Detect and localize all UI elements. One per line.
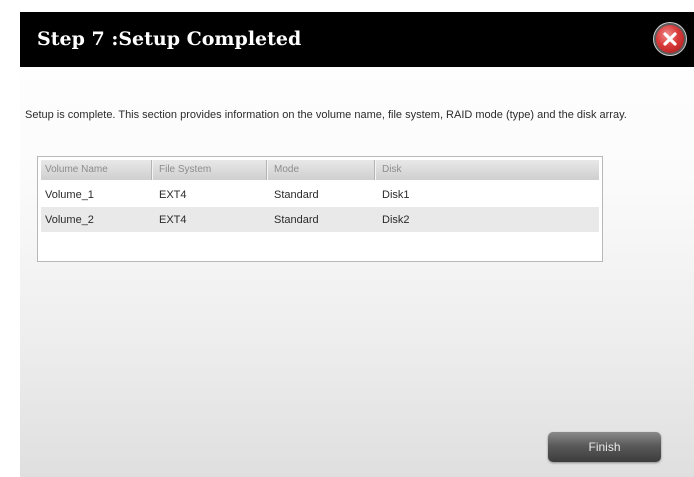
volume-name-cell: Volume_1	[45, 189, 94, 201]
table-row[interactable]: Volume_1 EXT4 Standard Disk1	[41, 182, 599, 207]
close-icon	[663, 32, 677, 46]
column-divider	[151, 160, 153, 180]
dialog-title-bar: Step 7 :Setup Completed	[20, 12, 694, 67]
table-header: Volume Name File System Mode Disk	[41, 160, 599, 180]
column-header-disk: Disk	[382, 164, 402, 175]
column-divider	[374, 160, 376, 180]
column-header-file-system: File System	[159, 164, 212, 175]
close-button[interactable]	[656, 25, 684, 53]
finish-button[interactable]: Finish	[548, 432, 661, 462]
volume-table: Volume Name File System Mode Disk Volume…	[37, 156, 603, 262]
mode-cell: Standard	[274, 189, 319, 201]
disk-cell: Disk2	[382, 214, 410, 226]
mode-cell: Standard	[274, 214, 319, 226]
setup-description: Setup is complete. This section provides…	[25, 109, 627, 121]
setup-completed-dialog: Step 7 :Setup Completed Setup is complet…	[20, 12, 694, 477]
disk-cell: Disk1	[382, 189, 410, 201]
volume-name-cell: Volume_2	[45, 214, 94, 226]
file-system-cell: EXT4	[159, 189, 187, 201]
column-header-mode: Mode	[274, 164, 300, 175]
column-divider	[266, 160, 268, 180]
setup-wizard-window: Step 7 :Setup Completed Setup is complet…	[20, 0, 694, 477]
column-header-volume-name: Volume Name	[45, 164, 108, 175]
dialog-title: Step 7 :Setup Completed	[37, 28, 302, 50]
file-system-cell: EXT4	[159, 214, 187, 226]
table-row[interactable]: Volume_2 EXT4 Standard Disk2	[41, 207, 599, 232]
